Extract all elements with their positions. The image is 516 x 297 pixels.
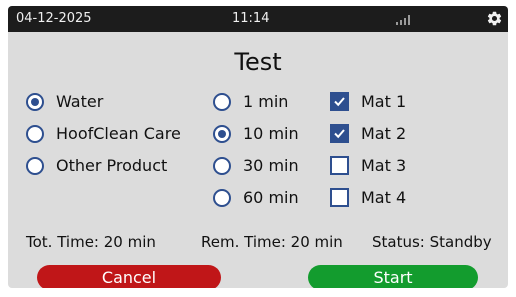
option-label: Mat 3 <box>361 156 407 175</box>
radio-button[interactable] <box>26 124 44 143</box>
radio-button[interactable] <box>213 92 231 111</box>
status-time: 11:14 <box>232 11 270 26</box>
option-label: 60 min <box>243 188 299 207</box>
option-label: 30 min <box>243 156 299 175</box>
mat-checkbox-1[interactable]: Mat 1 <box>330 92 406 111</box>
option-label: Mat 2 <box>361 124 407 143</box>
cancel-button[interactable]: Cancel <box>37 265 221 288</box>
product-option-other-product[interactable]: Other Product <box>26 156 167 175</box>
option-label: Other Product <box>56 156 168 175</box>
status-bar: 04-12-2025 11:14 <box>8 6 508 32</box>
option-label: Water <box>56 92 104 111</box>
device-screen: 04-12-2025 11:14 Test Water HoofClean Ca… <box>8 6 508 288</box>
radio-button-selected[interactable] <box>26 92 44 111</box>
checkbox-checked[interactable] <box>330 92 349 111</box>
option-label: 1 min <box>243 92 289 111</box>
remaining-time-text: Rem. Time: 20 min <box>201 233 343 251</box>
option-label: Mat 1 <box>361 92 407 111</box>
mat-checkbox-4[interactable]: Mat 4 <box>330 188 406 207</box>
checkbox[interactable] <box>330 156 349 175</box>
gear-icon[interactable] <box>486 10 503 27</box>
checkmark-icon <box>334 97 345 107</box>
page-title: Test <box>234 48 282 76</box>
time-option-10-min[interactable]: 10 min <box>213 124 299 143</box>
checkmark-icon <box>334 129 345 139</box>
status-text: Status: Standby <box>372 233 492 251</box>
checkbox-checked[interactable] <box>330 124 349 143</box>
radio-button[interactable] <box>213 188 231 207</box>
radio-button[interactable] <box>26 156 44 175</box>
time-option-1-min[interactable]: 1 min <box>213 92 288 111</box>
time-option-30-min[interactable]: 30 min <box>213 156 299 175</box>
mat-checkbox-3[interactable]: Mat 3 <box>330 156 406 175</box>
total-time-text: Tot. Time: 20 min <box>26 233 156 251</box>
mat-checkbox-2[interactable]: Mat 2 <box>330 124 406 143</box>
signal-strength-icon <box>396 13 414 25</box>
status-date: 04-12-2025 <box>16 11 92 26</box>
option-label: HoofClean Care <box>56 124 181 143</box>
option-label: Mat 4 <box>361 188 407 207</box>
radio-button-selected[interactable] <box>213 124 231 143</box>
checkbox[interactable] <box>330 188 349 207</box>
option-label: 10 min <box>243 124 299 143</box>
product-option-hoofclean-care[interactable]: HoofClean Care <box>26 124 181 143</box>
time-option-60-min[interactable]: 60 min <box>213 188 299 207</box>
start-button[interactable]: Start <box>308 265 478 288</box>
product-option-water[interactable]: Water <box>26 92 103 111</box>
radio-button[interactable] <box>213 156 231 175</box>
